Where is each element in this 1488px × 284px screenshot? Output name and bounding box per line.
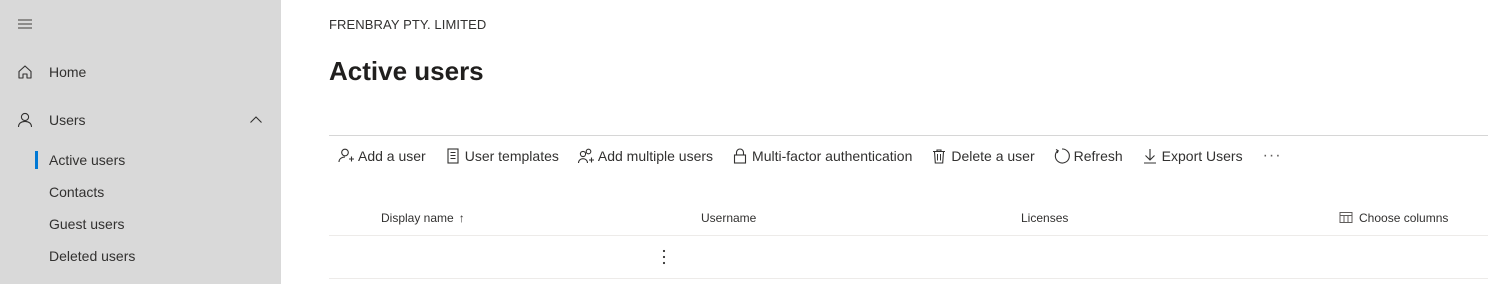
add-user-button[interactable]: Add a user bbox=[337, 143, 426, 169]
person-icon bbox=[17, 112, 33, 128]
refresh-icon bbox=[1054, 148, 1070, 164]
main-content: FRENBRAY PTY. LIMITED Active users Add a… bbox=[281, 0, 1488, 284]
home-icon bbox=[18, 65, 32, 79]
sidebar-subitem-deleted-users[interactable]: Deleted users bbox=[0, 242, 281, 270]
sidebar-item-label: Users bbox=[49, 112, 86, 128]
column-licenses[interactable]: Licenses bbox=[1021, 211, 1068, 225]
add-user-label: Add a user bbox=[358, 148, 426, 164]
column-display-name-label: Display name bbox=[381, 211, 454, 225]
divider bbox=[329, 135, 1488, 136]
sidebar-subitem-guest-users[interactable]: Guest users bbox=[0, 210, 281, 238]
org-name: FRENBRAY PTY. LIMITED bbox=[329, 17, 487, 32]
mfa-label: Multi-factor authentication bbox=[752, 148, 913, 164]
add-person-icon bbox=[338, 148, 354, 163]
add-multiple-users-label: Add multiple users bbox=[597, 148, 714, 164]
sidebar-subitem-contacts[interactable]: Contacts bbox=[0, 178, 281, 206]
sidebar-subitem-label: Active users bbox=[49, 152, 126, 168]
delete-user-button[interactable]: Delete a user bbox=[930, 143, 1035, 169]
mfa-button[interactable]: Multi-factor authentication bbox=[731, 143, 912, 169]
sort-ascending-icon: ↑ bbox=[458, 211, 465, 225]
vertical-ellipsis-icon[interactable] bbox=[659, 247, 669, 267]
sidebar-subitem-label: Guest users bbox=[49, 216, 125, 232]
user-templates-button[interactable]: User templates bbox=[444, 143, 559, 169]
command-bar: Add a user User templates Add multiple u… bbox=[337, 143, 1282, 169]
row-divider bbox=[329, 278, 1488, 279]
download-icon bbox=[1143, 149, 1156, 164]
more-options-icon[interactable]: ··· bbox=[1263, 147, 1282, 165]
add-people-icon bbox=[577, 148, 594, 164]
sidebar-item-home[interactable]: Home bbox=[0, 56, 281, 88]
choose-columns-button[interactable]: Choose columns bbox=[1339, 211, 1448, 225]
sidebar-item-users[interactable]: Users bbox=[0, 104, 281, 136]
delete-user-label: Delete a user bbox=[951, 148, 1035, 164]
sidebar-item-label: Home bbox=[49, 64, 87, 80]
sidebar-subitem-label: Deleted users bbox=[49, 248, 136, 264]
table-row[interactable] bbox=[329, 236, 1488, 278]
page-title: Active users bbox=[329, 56, 484, 86]
export-users-label: Export Users bbox=[1161, 148, 1243, 164]
column-display-name[interactable]: Display name ↑ bbox=[381, 211, 465, 225]
trash-icon bbox=[933, 149, 946, 164]
columns-icon bbox=[1339, 212, 1353, 223]
sidebar-subitem-active-users[interactable]: Active users bbox=[0, 146, 281, 174]
user-templates-label: User templates bbox=[464, 148, 559, 164]
chevron-up-icon[interactable] bbox=[249, 113, 263, 127]
sidebar: Home Users Active users Contacts Guest u… bbox=[0, 0, 281, 284]
column-username[interactable]: Username bbox=[701, 211, 756, 225]
add-multiple-users-button[interactable]: Add multiple users bbox=[577, 143, 713, 169]
refresh-label: Refresh bbox=[1073, 148, 1123, 164]
export-users-button[interactable]: Export Users bbox=[1141, 143, 1243, 169]
refresh-button[interactable]: Refresh bbox=[1053, 143, 1123, 169]
active-indicator bbox=[35, 151, 38, 169]
template-icon bbox=[447, 148, 459, 164]
lock-icon bbox=[733, 148, 747, 164]
sidebar-subitem-label: Contacts bbox=[49, 184, 105, 200]
hamburger-icon[interactable] bbox=[16, 15, 34, 33]
choose-columns-label: Choose columns bbox=[1359, 211, 1449, 225]
